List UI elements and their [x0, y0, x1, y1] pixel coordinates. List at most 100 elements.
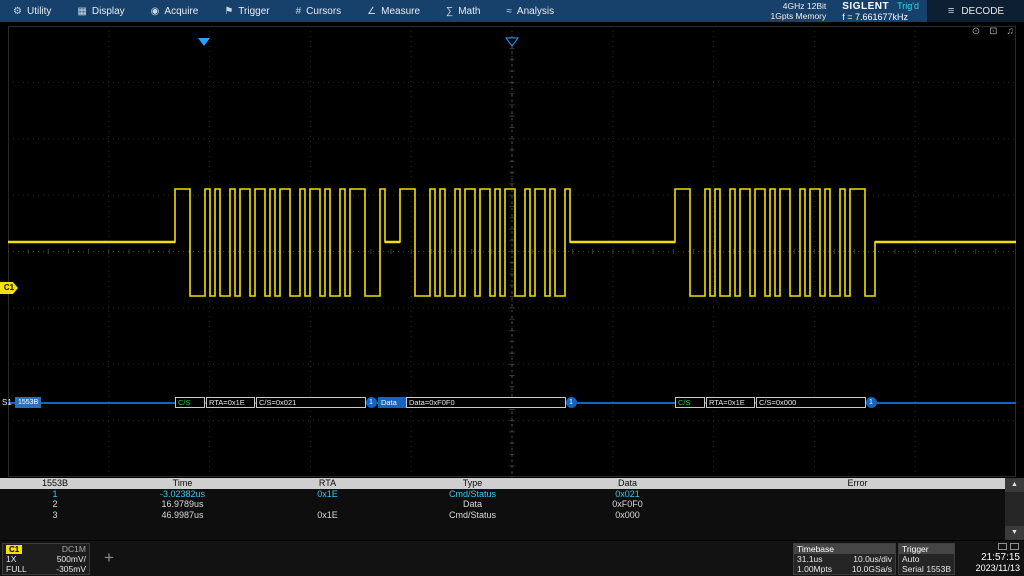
menu-item-utility[interactable]: ⚙ Utility	[0, 0, 64, 22]
timebase-memory: 1.00Mpts	[797, 564, 832, 574]
scroll-up-button[interactable]: ▲	[1005, 478, 1024, 492]
channel1-scale: 500mV/	[57, 554, 86, 564]
system-info-line1: 4GHz 12Bit	[771, 1, 827, 11]
fullscreen-icon[interactable]: ⊡	[989, 26, 997, 37]
table-cell: Data	[400, 499, 545, 509]
menu-item-label: Display	[92, 6, 125, 17]
measure-icon: ∠	[367, 6, 376, 17]
menu-item-trigger[interactable]: ⚑Trigger	[211, 0, 282, 22]
menu-bar: ⚙ Utility ▦Display ◉ Acquire ⚑Trigger # Cursors…	[0, 0, 1024, 22]
table-cell: 2	[0, 499, 110, 509]
table-cell: 16.9789us	[110, 499, 255, 509]
menu-item-label: Acquire	[164, 6, 198, 17]
sound-icon[interactable]: ♫	[1007, 26, 1015, 37]
brand-block: SIGLENT Trig'd f = 7.661677kHz	[834, 0, 927, 22]
table-cell	[710, 510, 1005, 520]
menu-item-acquire[interactable]: ◉ Acquire	[138, 0, 212, 22]
utility-icon: ⚙	[13, 6, 22, 17]
menu-item-measure[interactable]: ∠ Measure	[354, 0, 433, 22]
table-row[interactable]: 346.9987us0x1ECmd/Status0x000	[0, 510, 1005, 520]
table-header-data: Data	[545, 478, 710, 489]
channel1-bandwidth: FULL	[6, 564, 27, 574]
table-cell: 0xF0F0	[545, 499, 710, 509]
menu-item-math[interactable]: ∑ Math	[433, 0, 493, 22]
menu-item-analysis[interactable]: ≈ Analysis	[493, 0, 567, 22]
acquire-icon: ◉	[151, 6, 160, 17]
menu-item-label: Analysis	[517, 6, 554, 17]
trigger-title: Trigger	[899, 544, 954, 554]
table-cell: -3.02382us	[110, 489, 255, 499]
table-scrollbar[interactable]: ▲ ▼	[1005, 478, 1024, 540]
table-header-error: Error	[710, 478, 1005, 489]
decode-marker: 1	[866, 397, 877, 408]
decode-segment: C/S	[175, 397, 205, 408]
table-header-time: Time	[110, 478, 255, 489]
menu-item-display[interactable]: ▦Display	[64, 0, 137, 22]
decode-segment: C/S	[675, 397, 705, 408]
table-header-1553b: 1553B	[0, 478, 110, 489]
math-icon: ∑	[446, 6, 453, 17]
menu-item-label: Measure	[381, 6, 420, 17]
system-info: 4GHz 12Bit 1Gpts Memory	[763, 0, 835, 22]
lan-icon	[1010, 543, 1019, 550]
menu-item-label: Trigger	[238, 6, 269, 17]
decode-table: 1553BTimeRTATypeDataError 1-3.02382us0x1…	[0, 478, 1005, 540]
decode-segment: Data=0xF0F0	[406, 397, 566, 408]
trigger-type: Serial	[902, 564, 924, 574]
usb-icon	[998, 543, 1007, 550]
trigger-mode: Auto	[902, 554, 920, 564]
plot-corner-icons: ⊙ ⊡ ♫	[972, 26, 1014, 37]
trigger-status: Trig'd	[897, 1, 919, 11]
table-header-rta: RTA	[255, 478, 400, 489]
menu-item-label: Cursors	[306, 6, 341, 17]
oscilloscope-screen: ⚙ Utility ▦Display ◉ Acquire ⚑Trigger # Cursors…	[0, 0, 1024, 576]
channel1-offset: -305mV	[56, 564, 86, 574]
menu-item-cursors[interactable]: # Cursors	[283, 0, 355, 22]
table-row[interactable]: 216.9789us Data0xF0F0	[0, 499, 1005, 509]
trigger-panel[interactable]: Trigger Auto Serial 1553B	[898, 543, 955, 575]
analysis-icon: ≈	[506, 6, 512, 17]
system-info-line2: 1Gpts Memory	[771, 11, 827, 21]
decode-button[interactable]: ≡ DECODE	[927, 0, 1024, 22]
scroll-down-button[interactable]: ▼	[1005, 526, 1024, 540]
menu-item-label: Utility	[27, 6, 51, 17]
menu-item-label: Math	[458, 6, 480, 17]
waveform-display[interactable]: ⊙⊡♫ C1 C/SRTA=0x1EC/S=0x0211DataData=0xF…	[0, 22, 1024, 478]
timebase-scale: 10.0us/div	[853, 554, 892, 564]
decode-marker: 1	[366, 397, 377, 408]
clock-time: 21:57:15	[956, 552, 1020, 563]
clock: 21:57:15 2023/11/13	[956, 543, 1020, 573]
trigger-bus: 1553B	[926, 564, 951, 574]
decode-button-label: DECODE	[961, 6, 1004, 17]
decode-segment: C/S=0x021	[256, 397, 366, 408]
waveform-plot	[8, 26, 1016, 477]
table-cell: 1	[0, 489, 110, 499]
timebase-sample-rate: 10.0GSa/s	[852, 564, 892, 574]
decode-table-body: 1-3.02382us0x1ECmd/Status0x021216.9789us…	[0, 489, 1005, 520]
table-cell: 46.9987us	[110, 510, 255, 520]
cursors-icon: #	[296, 6, 302, 17]
table-cell: 0x1E	[255, 489, 400, 499]
channel1-coupling: DC1M	[62, 544, 86, 554]
decode-segment: RTA=0x1E	[206, 397, 255, 408]
decode-bus-tag[interactable]: 1553B	[15, 397, 41, 408]
decode-segment: C/S=0x000	[756, 397, 866, 408]
timebase-delay: 31.1us	[797, 554, 823, 564]
channel1-badge: C1	[6, 545, 22, 554]
menu-items: ⚙ Utility ▦Display ◉ Acquire ⚑Trigger # Cursors…	[0, 0, 567, 22]
table-header-type: Type	[400, 478, 545, 489]
add-channel-button[interactable]: +	[96, 545, 122, 571]
timebase-panel[interactable]: Timebase 31.1us 10.0us/div 1.00Mpts 10.0…	[793, 543, 896, 575]
frequency-readout: f = 7.661677kHz	[842, 12, 919, 22]
camera-icon[interactable]: ⊙	[972, 26, 980, 37]
brand-logo: SIGLENT	[842, 1, 889, 12]
decode-marker: 1	[566, 397, 577, 408]
decode-table-header: 1553BTimeRTATypeDataError	[0, 478, 1005, 489]
timebase-title: Timebase	[794, 544, 895, 554]
table-row[interactable]: 1-3.02382us0x1ECmd/Status0x021	[0, 489, 1005, 499]
table-cell	[710, 489, 1005, 499]
decode-source-label: S1	[2, 398, 12, 407]
table-cell: Cmd/Status	[400, 510, 545, 520]
channel1-widget[interactable]: C1 DC1M 1X 500mV/ FULL -305mV	[2, 543, 90, 575]
decode-segment: RTA=0x1E	[706, 397, 755, 408]
